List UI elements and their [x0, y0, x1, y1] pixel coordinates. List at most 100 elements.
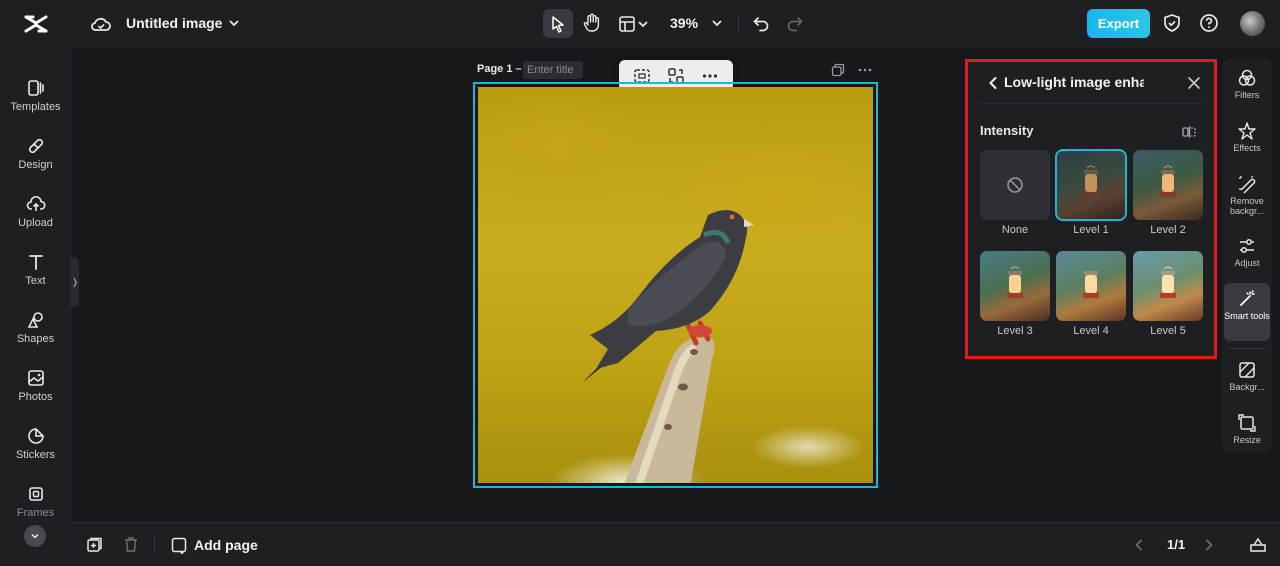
add-page-label: Add page	[194, 537, 258, 553]
rail-item-adjust[interactable]: Adjust	[1224, 236, 1270, 268]
rail-divider	[1228, 348, 1266, 349]
rail-item-label: Effects	[1233, 143, 1261, 153]
expand-pages-icon[interactable]	[1249, 536, 1267, 553]
trash-icon[interactable]	[123, 536, 139, 553]
level-label: Level 4	[1073, 325, 1109, 337]
sidebar-item-label: Frames	[16, 507, 55, 519]
pigeon-illustration	[582, 210, 754, 483]
zoom-chevron-down-icon[interactable]	[710, 16, 724, 30]
layout-icon	[619, 16, 635, 32]
sidebar-item-design[interactable]: Design	[0, 132, 71, 184]
frames-icon	[28, 487, 43, 501]
shield-icon[interactable]	[1162, 13, 1182, 33]
level-label: Level 5	[1150, 325, 1186, 337]
sidebar-item-upload[interactable]: Upload	[0, 190, 71, 242]
bottom-bar: Add page 1/1	[72, 522, 1280, 566]
add-page-button[interactable]: Add page	[171, 536, 258, 554]
select-tool-button[interactable]	[543, 9, 573, 38]
help-icon[interactable]	[1199, 13, 1219, 33]
rail-item-label: Filters	[1234, 90, 1260, 100]
hand-tool-button[interactable]	[581, 11, 603, 35]
rail-item-effects[interactable]: Effects	[1224, 121, 1270, 153]
lantern-icon	[1007, 266, 1023, 298]
avatar[interactable]	[1240, 11, 1265, 36]
lantern-icon	[1160, 266, 1176, 298]
document-title[interactable]: Untitled image	[126, 15, 222, 31]
rail-item-resize[interactable]: Resize	[1224, 413, 1270, 445]
top-bar: Untitled image 39% Export	[0, 0, 1280, 48]
back-chevron-icon[interactable]	[986, 75, 1000, 91]
templates-icon	[27, 80, 44, 96]
page-title-input[interactable]	[523, 61, 583, 79]
previous-page-icon[interactable]	[1132, 537, 1146, 553]
toolbar-divider	[738, 14, 739, 32]
layout-dropdown[interactable]	[618, 13, 652, 35]
upload-icon	[26, 195, 46, 211]
sidebar-item-label: Upload	[18, 217, 53, 229]
magic-wand-icon	[1240, 290, 1255, 306]
level-1[interactable]: Level 1	[1055, 149, 1127, 236]
level-thumbnail	[1056, 251, 1126, 321]
selected-image-frame[interactable]	[473, 82, 878, 488]
level-label: Level 2	[1150, 224, 1186, 236]
next-page-icon[interactable]	[1202, 537, 1216, 553]
rail-item-label: Resize	[1233, 435, 1261, 445]
capcut-logo-icon[interactable]	[0, 0, 71, 48]
page-more-icon[interactable]	[857, 63, 873, 77]
level-thumbnail	[980, 251, 1050, 321]
lantern-icon	[1083, 271, 1099, 298]
sidebar-item-label: Text	[25, 275, 46, 287]
level-label: None	[1001, 224, 1029, 236]
sidebar-item-templates[interactable]: Templates	[0, 74, 71, 126]
add-page-plus-icon	[171, 537, 187, 554]
cloud-sync-icon[interactable]	[90, 13, 112, 35]
collapse-panel-handle[interactable]: ❭	[71, 257, 79, 307]
lantern-icon	[1083, 165, 1099, 197]
close-icon[interactable]	[1186, 75, 1202, 91]
redo-icon[interactable]	[786, 14, 804, 32]
page-counter: 1/1	[1167, 537, 1186, 552]
sidebar-item-text[interactable]: Text	[0, 248, 71, 300]
rail-item-remove-background[interactable]: Remove backgr...	[1224, 174, 1270, 216]
sidebar-item-stickers[interactable]: Stickers	[0, 422, 71, 474]
sidebar-item-label: Shapes	[16, 333, 55, 345]
duplicate-page-icon[interactable]	[831, 63, 845, 77]
sidebar-item-label: Design	[18, 159, 53, 171]
add-page-icon[interactable]	[86, 536, 103, 553]
level-4[interactable]: Level 4	[1056, 251, 1126, 337]
level-5[interactable]: Level 5	[1133, 251, 1203, 337]
undo-icon[interactable]	[752, 14, 770, 32]
smart-tools-panel: Low-light image enhan... Intensity None …	[965, 59, 1217, 359]
rail-item-filters[interactable]: Filters	[1224, 68, 1270, 100]
level-thumbnail	[1133, 251, 1203, 321]
export-button[interactable]: Export	[1087, 9, 1150, 38]
photos-icon	[27, 370, 44, 386]
compare-icon[interactable]	[1181, 124, 1197, 140]
rail-item-background[interactable]: Backgr...	[1224, 360, 1270, 392]
page-label: Page 1 –	[477, 63, 522, 75]
none-icon	[1007, 177, 1023, 193]
rail-item-smart-tools[interactable]: Smart tools	[1224, 283, 1270, 341]
level-label: Level 1	[1073, 224, 1109, 236]
level-2[interactable]: Level 2	[1133, 150, 1203, 236]
pigeon-photo[interactable]	[478, 87, 873, 483]
filters-icon	[1238, 69, 1256, 86]
sidebar-item-photos[interactable]: Photos	[0, 364, 71, 416]
level-label: Level 3	[997, 325, 1033, 337]
rail-item-label: Remove backgr...	[1229, 196, 1265, 216]
chevron-down-icon[interactable]	[227, 16, 241, 30]
sidebar-item-shapes[interactable]: Shapes	[0, 306, 71, 358]
level-none[interactable]: None	[980, 150, 1050, 236]
remove-background-icon	[1239, 176, 1256, 194]
pointer-icon	[552, 15, 564, 33]
level-thumbnail	[1133, 150, 1203, 220]
more-tools-button[interactable]	[24, 525, 46, 547]
sidebar-item-label: Templates	[10, 101, 61, 113]
zoom-level[interactable]: 39%	[670, 15, 698, 31]
rail-item-label: Adjust	[1234, 258, 1260, 268]
rail-item-label: Smart tools	[1224, 311, 1270, 321]
adjust-icon	[1240, 239, 1254, 253]
background-icon	[1239, 362, 1255, 378]
resize-icon	[1238, 414, 1256, 432]
level-3[interactable]: Level 3	[980, 251, 1050, 337]
